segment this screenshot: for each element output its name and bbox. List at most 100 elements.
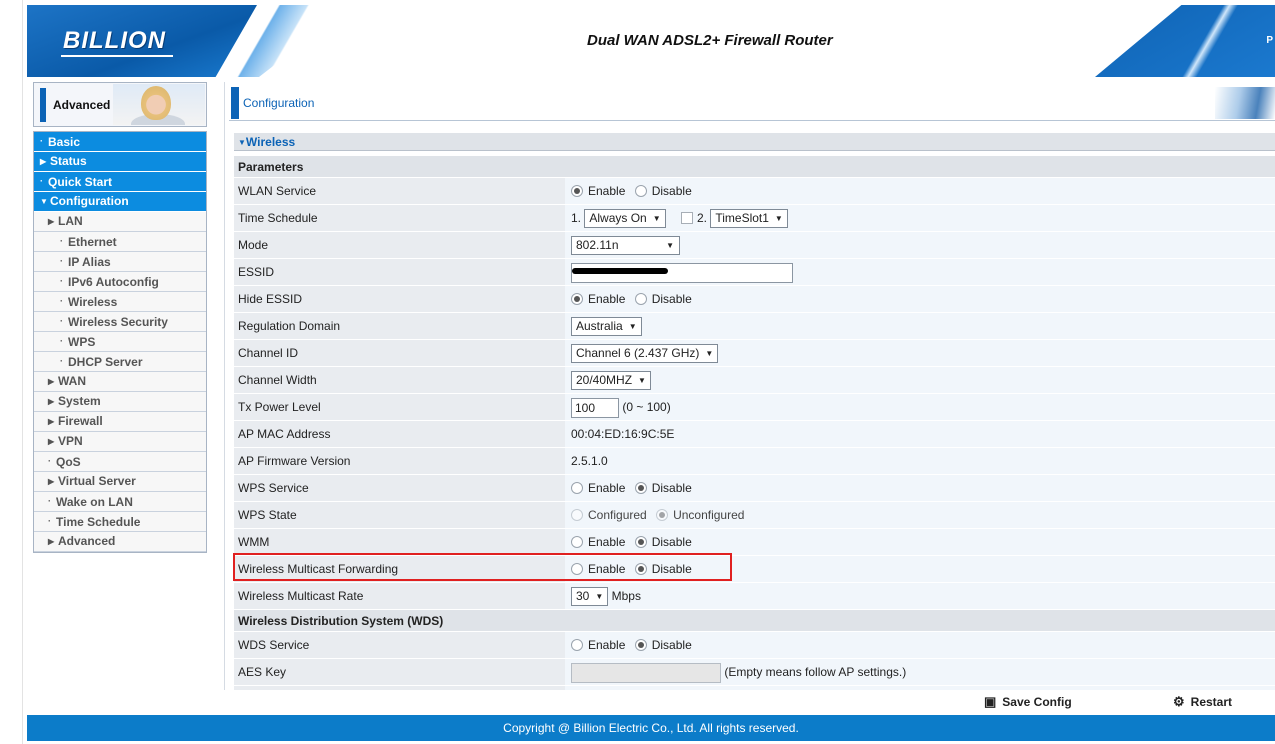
sidebar-item-basic[interactable]: · Basic <box>34 132 206 152</box>
multicast-forwarding-enable-radio[interactable] <box>571 563 583 575</box>
bullet-icon: · <box>60 356 63 366</box>
wmm-disable-label: Disable <box>651 535 692 549</box>
wmm-field: Enable Disable <box>565 529 1275 555</box>
regulation-domain-select[interactable]: Australia ▼ <box>571 317 642 337</box>
wps-state-configured-radio[interactable] <box>571 509 583 521</box>
regulation-domain-row: Regulation Domain Australia ▼ <box>234 313 1275 340</box>
sidebar-item-dhcp-server[interactable]: · DHCP Server <box>34 352 206 372</box>
wps-state-unconfigured-radio[interactable] <box>656 509 669 521</box>
sidebar-menu: · Basic ▶ Status · Quick Start ▼ Configuration ▶… <box>33 131 207 553</box>
time-schedule-prefix-2: 2. <box>696 211 707 225</box>
multicast-forwarding-label: Wireless Multicast Forwarding <box>234 556 565 582</box>
restart-button[interactable]: ⚙ Restart <box>1173 694 1232 710</box>
sidebar-item-vpn[interactable]: ▶ VPN <box>34 432 206 452</box>
hide-essid-enable-radio[interactable] <box>571 293 583 305</box>
hide-essid-enable-label: Enable <box>588 292 626 306</box>
save-config-label: Save Config <box>1002 695 1072 709</box>
multicast-rate-select[interactable]: 30 ▼ <box>571 587 609 607</box>
hide-essid-label: Hide ESSID <box>234 286 565 312</box>
settings-panel[interactable]: ▼Wireless Parameters WLAN Service Enable… <box>229 130 1275 690</box>
wlan-service-enable-label: Enable <box>588 184 626 198</box>
wps-service-enable-radio[interactable] <box>571 482 583 494</box>
sidebar-item-ip-alias[interactable]: · IP Alias <box>34 252 206 272</box>
sidebar-item-wake-on-lan[interactable]: · Wake on LAN <box>34 492 206 512</box>
sidebar-item-label: Firewall <box>58 414 103 428</box>
sidebar-item-ipv6-autoconfig[interactable]: · IPv6 Autoconfig <box>34 272 206 292</box>
time-schedule-select-2[interactable]: TimeSlot1 ▼ <box>710 209 788 229</box>
chevron-down-icon: ▼ <box>595 592 604 602</box>
sidebar-item-lan[interactable]: ▶ LAN <box>34 212 206 232</box>
sidebar-item-quick-start[interactable]: · Quick Start <box>34 172 206 192</box>
wds-service-enable-radio[interactable] <box>571 639 583 651</box>
sidebar-item-virtual-server[interactable]: ▶ Virtual Server <box>34 472 206 492</box>
aes-key-hint: (Empty means follow AP settings.) <box>724 665 907 679</box>
channel-id-row: Channel ID Channel 6 (2.437 GHz) ▼ <box>234 340 1275 367</box>
save-config-button[interactable]: ▣ Save Config <box>984 694 1072 710</box>
wlan-service-disable-radio[interactable] <box>634 185 647 197</box>
sidebar-item-label: Wake on LAN <box>56 495 133 509</box>
hide-essid-field: Enable Disable <box>565 286 1275 312</box>
wmm-label: WMM <box>234 529 565 555</box>
wds-service-row: WDS Service Enable Disable <box>234 632 1275 659</box>
channel-width-select[interactable]: 20/40MHZ ▼ <box>571 371 651 391</box>
mode-label: Advanced <box>53 98 111 112</box>
aes-key-input[interactable] <box>571 662 721 683</box>
chevron-right-icon: ▶ <box>48 217 55 226</box>
photo-head <box>141 86 171 120</box>
sidebar-item-system[interactable]: ▶ System <box>34 392 206 412</box>
chevron-down-icon: ▼ <box>774 214 783 224</box>
time-schedule-prefix-1: 1. <box>571 211 582 225</box>
mode-field: 802.11n ▼ <box>565 232 1275 258</box>
sidebar-item-wan[interactable]: ▶ WAN <box>34 372 206 392</box>
wps-service-disable-radio[interactable] <box>634 482 647 494</box>
multicast-rate-unit: Mbps <box>611 589 641 603</box>
wlan-service-enable-radio[interactable] <box>571 185 583 197</box>
sidebar-item-wps[interactable]: · WPS <box>34 332 206 352</box>
time-schedule-select-1[interactable]: Always On ▼ <box>584 209 666 229</box>
wmm-enable-label: Enable <box>588 535 626 549</box>
sidebar-item-label: Ethernet <box>68 235 117 249</box>
bullet-icon: · <box>40 136 43 146</box>
wmm-enable-radio[interactable] <box>571 536 583 548</box>
footer-copyright: Copyright @ Billion Electric Co., Ltd. A… <box>27 715 1275 741</box>
chevron-down-icon: ▼ <box>652 214 661 224</box>
tx-power-input[interactable]: 100 <box>571 397 619 418</box>
sidebar-item-advanced[interactable]: ▶ Advanced <box>34 532 206 552</box>
wds-service-disable-radio[interactable] <box>634 639 647 651</box>
wds-service-disable-label: Disable <box>651 638 692 652</box>
channel-id-select[interactable]: Channel 6 (2.437 GHz) ▼ <box>571 344 719 364</box>
sidebar-item-status[interactable]: ▶ Status <box>34 152 206 172</box>
wlan-service-row: WLAN Service Enable Disable <box>234 178 1275 205</box>
sidebar-item-label: System <box>58 394 101 408</box>
wmm-disable-radio[interactable] <box>634 536 647 548</box>
sidebar-item-label: Status <box>50 154 87 168</box>
ap-firmware-label: AP Firmware Version <box>234 448 565 474</box>
hide-essid-disable-radio[interactable] <box>634 293 647 305</box>
channel-width-value: 20/40MHZ <box>576 373 633 388</box>
bullet-icon: · <box>60 336 63 346</box>
time-schedule-select-1-value: Always On <box>589 211 647 226</box>
multicast-forwarding-disable-radio[interactable] <box>634 563 647 575</box>
wps-state-label: WPS State <box>234 502 565 528</box>
sidebar-item-wireless-security[interactable]: · Wireless Security <box>34 312 206 332</box>
time-schedule-select-2-value: TimeSlot1 <box>715 211 769 226</box>
sidebar-item-qos[interactable]: · QoS <box>34 452 206 472</box>
parameters-header-row: Parameters <box>234 156 1275 178</box>
sidebar-item-label: DHCP Server <box>68 355 143 369</box>
wps-service-disable-label: Disable <box>651 481 692 495</box>
sidebar-item-label: Quick Start <box>48 175 113 189</box>
wlan-service-field: Enable Disable <box>565 178 1275 204</box>
section-wireless[interactable]: ▼Wireless <box>234 133 1275 151</box>
sidebar-item-time-schedule[interactable]: · Time Schedule <box>34 512 206 532</box>
sidebar-item-label: Wireless Security <box>68 315 168 329</box>
mode-select[interactable]: 802.11n ▼ <box>571 236 680 256</box>
ap-firmware-row: AP Firmware Version 2.5.1.0 <box>234 448 1275 475</box>
chevron-right-icon: ▶ <box>40 157 47 166</box>
time-schedule-checkbox[interactable] <box>680 212 693 224</box>
sidebar-item-configuration[interactable]: ▼ Configuration <box>34 192 206 212</box>
sidebar-item-wireless[interactable]: · Wireless <box>34 292 206 312</box>
sidebar-item-ethernet[interactable]: · Ethernet <box>34 232 206 252</box>
sidebar-item-firewall[interactable]: ▶ Firewall <box>34 412 206 432</box>
footer-toolbar: ▣ Save Config ⚙ Restart <box>229 690 1275 714</box>
header-right-text: P <box>1266 35 1273 46</box>
